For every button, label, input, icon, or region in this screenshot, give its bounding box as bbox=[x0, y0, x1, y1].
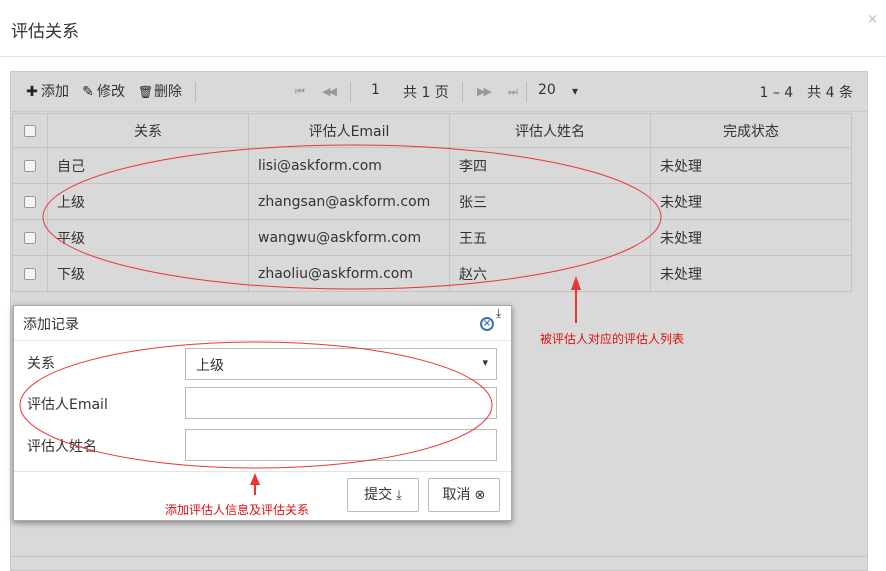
last-page-icon[interactable]: ⏭ bbox=[508, 85, 518, 99]
grid-toolbar: ✚ 添加 ✎ 修改 🗑删除 ⏮ ◀◀ 1 共 1 页 ▶▶ ⏭ 20 ▾ 1 – 4… bbox=[11, 72, 867, 112]
modal-header: 添加记录 bbox=[14, 306, 511, 341]
modal-title: 添加记录 bbox=[23, 317, 79, 333]
relation-label: 关系 bbox=[27, 356, 55, 372]
table-row[interactable]: 下级 zhaoliu@askform.com 赵六 未处理 bbox=[12, 255, 852, 292]
panel-bottom-divider bbox=[11, 556, 867, 557]
add-button-label: 添加 bbox=[41, 84, 69, 100]
edit-icon: ✎ bbox=[82, 84, 94, 100]
chevron-down-icon[interactable]: ▾ bbox=[572, 84, 578, 98]
plus-icon: ✚ bbox=[26, 84, 38, 100]
page-size-select[interactable]: 20 bbox=[538, 82, 556, 98]
edit-button-label: 修改 bbox=[97, 84, 125, 100]
table-cell: lisi@askform.com bbox=[248, 147, 450, 184]
row-checkbox[interactable] bbox=[12, 255, 48, 292]
row-checkbox[interactable] bbox=[12, 183, 48, 220]
table-row[interactable]: 平级 wangwu@askform.com 王五 未处理 bbox=[12, 219, 852, 256]
toolbar-divider bbox=[195, 82, 196, 102]
table-cell: zhaoliu@askform.com bbox=[248, 255, 450, 292]
table-cell: 平级 bbox=[47, 219, 249, 256]
delete-button-label: 删除 bbox=[154, 84, 182, 100]
cancel-circle-icon: ⊗ bbox=[474, 488, 486, 503]
table-cell: 张三 bbox=[449, 183, 651, 220]
select-all-checkbox[interactable] bbox=[12, 113, 48, 148]
modal-footer-divider bbox=[14, 471, 511, 472]
pin-icon[interactable]: ⤓ bbox=[496, 306, 501, 321]
table-row[interactable]: 上级 zhangsan@askform.com 张三 未处理 bbox=[12, 183, 852, 220]
column-header[interactable]: 关系 bbox=[47, 113, 249, 148]
table-cell: 王五 bbox=[449, 219, 651, 256]
cancel-button-label: 取消 bbox=[442, 487, 471, 503]
evaluator-table: 关系 评估人Email 评估人姓名 完成状态 自己 lisi@askform.c… bbox=[12, 113, 852, 292]
first-page-icon[interactable]: ⏮ bbox=[295, 85, 305, 99]
chevron-down-icon: ▾ bbox=[482, 356, 488, 369]
pager-divider bbox=[526, 82, 527, 102]
table-annotation-text: 被评估人对应的评估人列表 bbox=[540, 332, 685, 346]
prev-page-icon[interactable]: ◀◀ bbox=[322, 85, 337, 98]
table-cell: 下级 bbox=[47, 255, 249, 292]
name-field[interactable] bbox=[185, 429, 497, 461]
row-checkbox[interactable] bbox=[12, 219, 48, 256]
close-icon[interactable]: × bbox=[480, 317, 494, 331]
cancel-button[interactable]: 取消 ⊗ bbox=[428, 478, 500, 512]
dialog-close-icon[interactable]: × bbox=[867, 12, 878, 27]
trash-icon: 🗑 bbox=[138, 85, 154, 99]
name-label: 评估人姓名 bbox=[27, 439, 97, 455]
table-cell: 未处理 bbox=[650, 183, 852, 220]
table-cell: 赵六 bbox=[449, 255, 651, 292]
table-cell: 未处理 bbox=[650, 147, 852, 184]
table-cell: zhangsan@askform.com bbox=[248, 183, 450, 220]
total-pages-text: 共 1 页 bbox=[403, 85, 449, 101]
pager-divider bbox=[350, 82, 351, 102]
pager-divider bbox=[462, 82, 463, 102]
add-record-modal: 添加记录 × ⤓ 关系 上级 ▾ 评估人Email 评估人姓名 提交 ⤓ 取消 ⊗ bbox=[13, 305, 512, 521]
form-annotation-text: 添加评估人信息及评估关系 bbox=[165, 503, 310, 517]
email-label: 评估人Email bbox=[27, 397, 108, 413]
next-page-icon[interactable]: ▶▶ bbox=[477, 85, 492, 98]
download-icon: ⤓ bbox=[396, 488, 402, 503]
row-checkbox[interactable] bbox=[12, 147, 48, 184]
dialog-title: 评估关系 bbox=[11, 22, 79, 42]
table-cell: 李四 bbox=[449, 147, 651, 184]
submit-button-label: 提交 bbox=[364, 487, 393, 503]
add-button[interactable]: ✚ 添加 bbox=[25, 82, 69, 102]
table-cell: 自己 bbox=[47, 147, 249, 184]
table-cell: 未处理 bbox=[650, 219, 852, 256]
records-summary: 1 – 4 共 4 条 bbox=[759, 85, 853, 101]
column-header[interactable]: 评估人姓名 bbox=[449, 113, 651, 148]
email-field[interactable] bbox=[185, 387, 497, 419]
delete-button[interactable]: 🗑删除 bbox=[138, 82, 182, 102]
table-cell: 未处理 bbox=[650, 255, 852, 292]
edit-button[interactable]: ✎ 修改 bbox=[81, 82, 125, 102]
column-header[interactable]: 完成状态 bbox=[650, 113, 852, 148]
relation-select[interactable]: 上级 ▾ bbox=[185, 348, 497, 380]
table-row[interactable]: 自己 lisi@askform.com 李四 未处理 bbox=[12, 147, 852, 184]
table-header-row: 关系 评估人Email 评估人姓名 完成状态 bbox=[12, 113, 852, 148]
relation-selected-value: 上级 bbox=[196, 358, 224, 374]
page-number-input[interactable]: 1 bbox=[371, 82, 380, 98]
table-cell: 上级 bbox=[47, 183, 249, 220]
column-header[interactable]: 评估人Email bbox=[248, 113, 450, 148]
dialog-header: 评估关系 × bbox=[0, 0, 886, 57]
submit-button[interactable]: 提交 ⤓ bbox=[347, 478, 419, 512]
table-cell: wangwu@askform.com bbox=[248, 219, 450, 256]
